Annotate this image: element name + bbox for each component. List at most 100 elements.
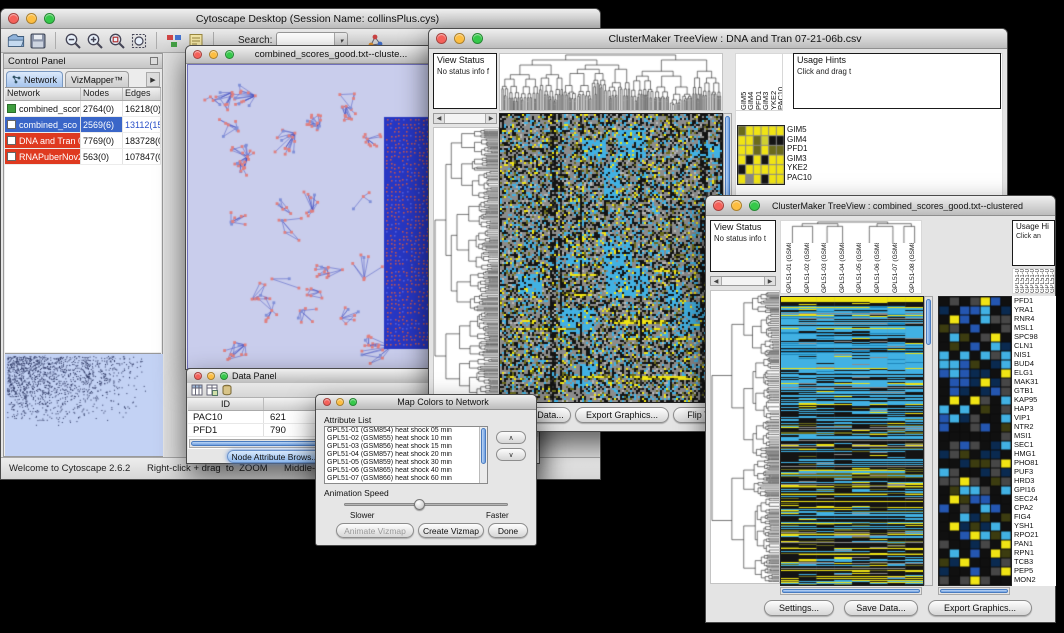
export-graphics-button[interactable]: Export Graphics... [575,407,669,423]
tab-network[interactable]: Network [6,71,63,87]
animate-vizmap-button[interactable]: Animate Vizmap [336,523,414,538]
speed-slider-track[interactable] [344,503,508,506]
network-list-row[interactable]: RNAPuberNov2+563(0)107847(0) [5,149,161,165]
zoom-in-icon[interactable] [86,32,104,50]
zoom-out-icon[interactable] [64,32,82,50]
dialog-titlebar[interactable]: Map Colors to Network [316,395,536,410]
zoom-button[interactable] [472,33,483,44]
network-overview-canvas[interactable] [5,354,163,456]
float-panel-icon[interactable] [150,57,158,65]
zoom-selected-icon[interactable] [108,32,126,50]
network-list-row[interactable]: DNA and Tran 07769(0)183728(0) [5,133,161,149]
treeview2-titlebar[interactable]: ClusterMaker TreeView : combined_scores_… [706,196,1055,216]
move-down-button[interactable]: ∨ [496,448,526,461]
header-nodes[interactable]: Nodes [81,88,123,100]
move-up-button[interactable]: ∧ [496,431,526,444]
select-attributes-icon[interactable] [191,384,203,396]
attribute-list-item[interactable]: GPL51-01 (GSM854) heat shock 05 min [325,427,487,435]
export-graphics-button[interactable]: Export Graphics... [928,600,1032,616]
attribute-list[interactable]: GPL51-01 (GSM854) heat shock 05 minGPL51… [324,426,488,484]
network-graph-canvas[interactable] [188,65,440,368]
gene-label: ELG1 [1012,368,1056,377]
zoom-fit-icon[interactable] [130,32,148,50]
settings-button[interactable]: Settings... [764,600,834,616]
close-button[interactable] [193,50,202,59]
header-network[interactable]: Network [5,88,81,100]
create-attribute-icon[interactable] [206,384,218,396]
zoom-button[interactable] [749,200,760,211]
header-edges[interactable]: Edges [123,88,161,100]
row-dendrogram[interactable] [433,127,499,403]
minimize-button[interactable] [26,13,37,24]
dendrogram-scrollbar[interactable]: ◀ ▶ [710,276,776,286]
dendrogram-scrollbar[interactable]: ◀ ▶ [433,113,497,124]
attribute-list-item[interactable]: GPL51-03 (GSM856) heat shock 15 min [325,443,487,451]
scroll-right-icon[interactable]: ▶ [486,114,496,123]
zoom-button[interactable] [349,398,357,406]
minimize-button[interactable] [209,50,218,59]
usage-hints-title: Usage Hints [797,55,997,67]
zoom-button[interactable] [44,13,55,24]
header-id[interactable]: ID [188,398,264,410]
tab-overflow-icon[interactable]: ▶ [146,72,160,87]
save-session-icon[interactable] [29,32,47,50]
attribute-list-item[interactable]: GPL51-07 (GSM866) heat shock 60 min [325,475,487,483]
minimize-button[interactable] [731,200,742,211]
scroll-track[interactable] [721,277,765,285]
column-dendrogram[interactable] [499,53,723,111]
speed-slider-thumb[interactable] [414,499,425,510]
heatmap-vscrollbar[interactable] [924,296,933,586]
zoom-button[interactable] [220,372,228,380]
minimize-button[interactable] [207,372,215,380]
treeview1-titlebar[interactable]: ClusterMaker TreeView : DNA and Tran 07-… [429,29,1007,49]
close-button[interactable] [323,398,331,406]
attribute-list-item[interactable]: GPL51-06 (GSM865) heat shock 40 min [325,467,487,475]
scrollbar-thumb[interactable] [725,116,730,200]
network-view-titlebar[interactable]: combined_scores_good.txt--cluste... [186,46,442,64]
attribute-list-item[interactable]: GPL51-05 (GSM859) heat shock 30 min [325,459,487,467]
node-attribute-browser-button[interactable]: Node Attribute Brows... [227,450,323,463]
row-dendrogram[interactable] [710,290,780,584]
network-list-row[interactable]: combined_sco2569(6)13112(15) [5,117,161,133]
zoom-heatmap-canvas[interactable] [938,296,1012,586]
close-button[interactable] [436,33,447,44]
heatmap-canvas[interactable] [499,113,723,403]
list-vscrollbar[interactable] [479,427,487,483]
close-button[interactable] [194,372,202,380]
create-vizmap-button[interactable]: Create Vizmap [418,523,484,538]
scroll-right-icon[interactable]: ▶ [765,277,775,285]
close-button[interactable] [8,13,19,24]
close-button[interactable] [713,200,724,211]
network-name-cell: combined_sco [5,117,81,132]
heatmap-hscrollbar[interactable] [780,587,922,595]
attribute-list-item[interactable]: GPL51-04 (GSM857) heat shock 20 min [325,451,487,459]
network-overview-panel[interactable] [5,353,161,455]
zoom-heatmap-canvas[interactable] [737,125,785,185]
attribute-batch-icon[interactable] [221,384,233,396]
column-labels: GPL51-01 (GSM854)GPL51-02 (GSM855)GPL51-… [781,243,921,293]
main-titlebar[interactable]: Cytoscape Desktop (Session Name: collins… [1,9,600,29]
minimize-button[interactable] [454,33,465,44]
network-doc-icon [7,136,16,145]
network-list-row[interactable]: combined_scores2764(0)16218(0) [5,101,161,117]
done-button[interactable]: Done [488,523,528,538]
gene-label: HMG1 [1012,449,1056,458]
scrollbar-thumb[interactable] [926,299,931,345]
scroll-left-icon[interactable]: ◀ [434,114,444,123]
column-dendrogram[interactable] [781,221,922,243]
scrollbar-thumb[interactable] [481,428,486,464]
zoom-button[interactable] [225,50,234,59]
vizmapper-icon[interactable] [165,32,183,50]
scrollbar-thumb[interactable] [940,589,1008,593]
attribute-list-item[interactable]: GPL51-02 (GSM855) heat shock 10 min [325,435,487,443]
zoom-hscrollbar[interactable] [938,587,1010,595]
scrollbar-thumb[interactable] [782,589,920,593]
gene-label: MSI1 [1012,431,1056,440]
open-session-icon[interactable] [7,32,25,50]
heatmap-canvas[interactable] [780,296,924,586]
tab-vizmapper[interactable]: VizMapper™ [65,71,129,87]
save-data-button[interactable]: Save Data... [844,600,918,616]
scroll-left-icon[interactable]: ◀ [711,277,721,285]
scroll-track[interactable] [444,114,486,123]
minimize-button[interactable] [336,398,344,406]
